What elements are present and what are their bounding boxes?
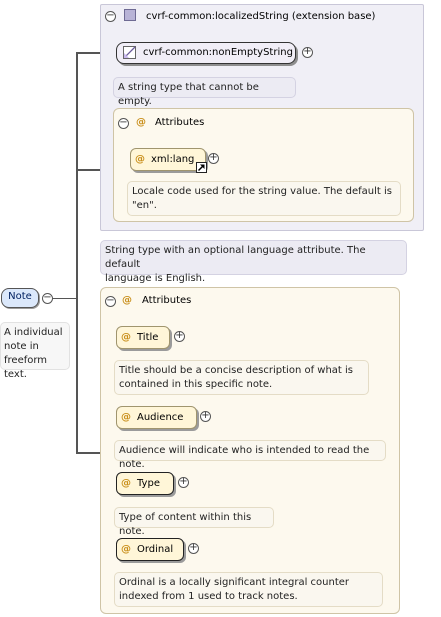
base-type-label: cvrf-common:nonEmptyString [143,47,293,58]
lang-attributes-label: Attributes [155,117,205,128]
root-element-label: Note [8,291,32,302]
xml-lang-at-icon: @ [135,154,145,165]
lang-attributes-collapse-icon[interactable]: − [118,118,129,129]
type-doc-line-1: Type of content within this note. [119,512,252,537]
ordinal-doc-line-2: indexed from 1 used to track notes. [119,591,298,602]
xml-lang-label: xml:lang [151,154,195,165]
type-documentation: Type of content within this note. [114,507,274,537]
title-expand-icon[interactable]: + [174,331,185,342]
extension-doc-line-1: String type with an optional language at… [105,245,366,270]
attribute-node-audience[interactable]: @ Audience [116,406,197,429]
complex-type-square-icon [124,9,136,21]
base-type-node[interactable]: cvrf-common:nonEmptyString [116,42,296,64]
attributes-collapse-icon[interactable]: − [105,296,116,307]
attribute-node-xml-lang[interactable]: @ xml:lang [130,148,206,171]
connector-vertical-trunk [76,52,78,454]
lang-attributes-at-icon: @ [136,117,146,128]
audience-at-icon: @ [121,412,131,423]
root-documentation: A individual note in freeform text. [0,322,70,380]
ordinal-expand-icon[interactable]: + [188,543,199,554]
root-doc-line-1: A individual [4,327,63,338]
type-expand-icon[interactable]: + [178,477,189,488]
title-documentation: Title should be a concise description of… [114,360,369,395]
base-type-expand-icon[interactable]: + [302,47,313,58]
title-doc-line-2: contained in this specific note. [119,379,273,390]
audience-label: Audience [137,412,184,423]
type-label: Type [137,478,160,489]
connector-root-stub [52,298,76,299]
audience-documentation: Audience will indicate who is intended t… [114,440,386,470]
xml-lang-doc-line-2: "en". [132,200,157,211]
extension-documentation: String type with an optional language at… [100,240,407,284]
title-at-icon: @ [121,332,131,343]
type-at-icon: @ [121,478,131,489]
simple-type-icon [123,46,136,59]
ordinal-label: Ordinal [137,544,174,555]
root-doc-line-2: note in [4,341,39,352]
ordinal-documentation: Ordinal is a locally significant integra… [114,572,383,607]
xml-lang-expand-icon[interactable]: + [208,153,219,164]
attribute-node-title[interactable]: @ Title [116,326,170,349]
root-collapse-icon[interactable]: − [42,293,53,304]
audience-expand-icon[interactable]: + [200,411,211,422]
attributes-at-icon: @ [122,295,132,306]
attributes-label: Attributes [142,295,192,306]
extension-collapse-icon[interactable]: − [105,11,116,22]
xml-lang-documentation: Locale code used for the string value. T… [127,181,401,216]
shortcut-arrow-icon [196,162,207,173]
attribute-node-type[interactable]: @ Type [116,472,174,495]
root-element-note[interactable]: Note [1,288,39,308]
base-type-doc-line: A string type that cannot be empty. [118,82,259,107]
root-doc-line-3: freeform text. [4,355,48,380]
extension-doc-line-2: language is English. [105,273,206,284]
title-label: Title [137,332,159,343]
ordinal-doc-line-1: Ordinal is a locally significant integra… [119,577,350,588]
attribute-node-ordinal[interactable]: @ Ordinal [116,538,184,561]
audience-doc-line-1: Audience will indicate who is intended t… [119,445,370,470]
base-type-documentation: A string type that cannot be empty. [113,77,296,107]
ordinal-at-icon: @ [121,544,131,555]
title-doc-line-1: Title should be a concise description of… [119,365,354,376]
xml-lang-doc-line-1: Locale code used for the string value. T… [132,186,392,197]
extension-header-label: cvrf-common:localizedString (extension b… [146,11,376,22]
